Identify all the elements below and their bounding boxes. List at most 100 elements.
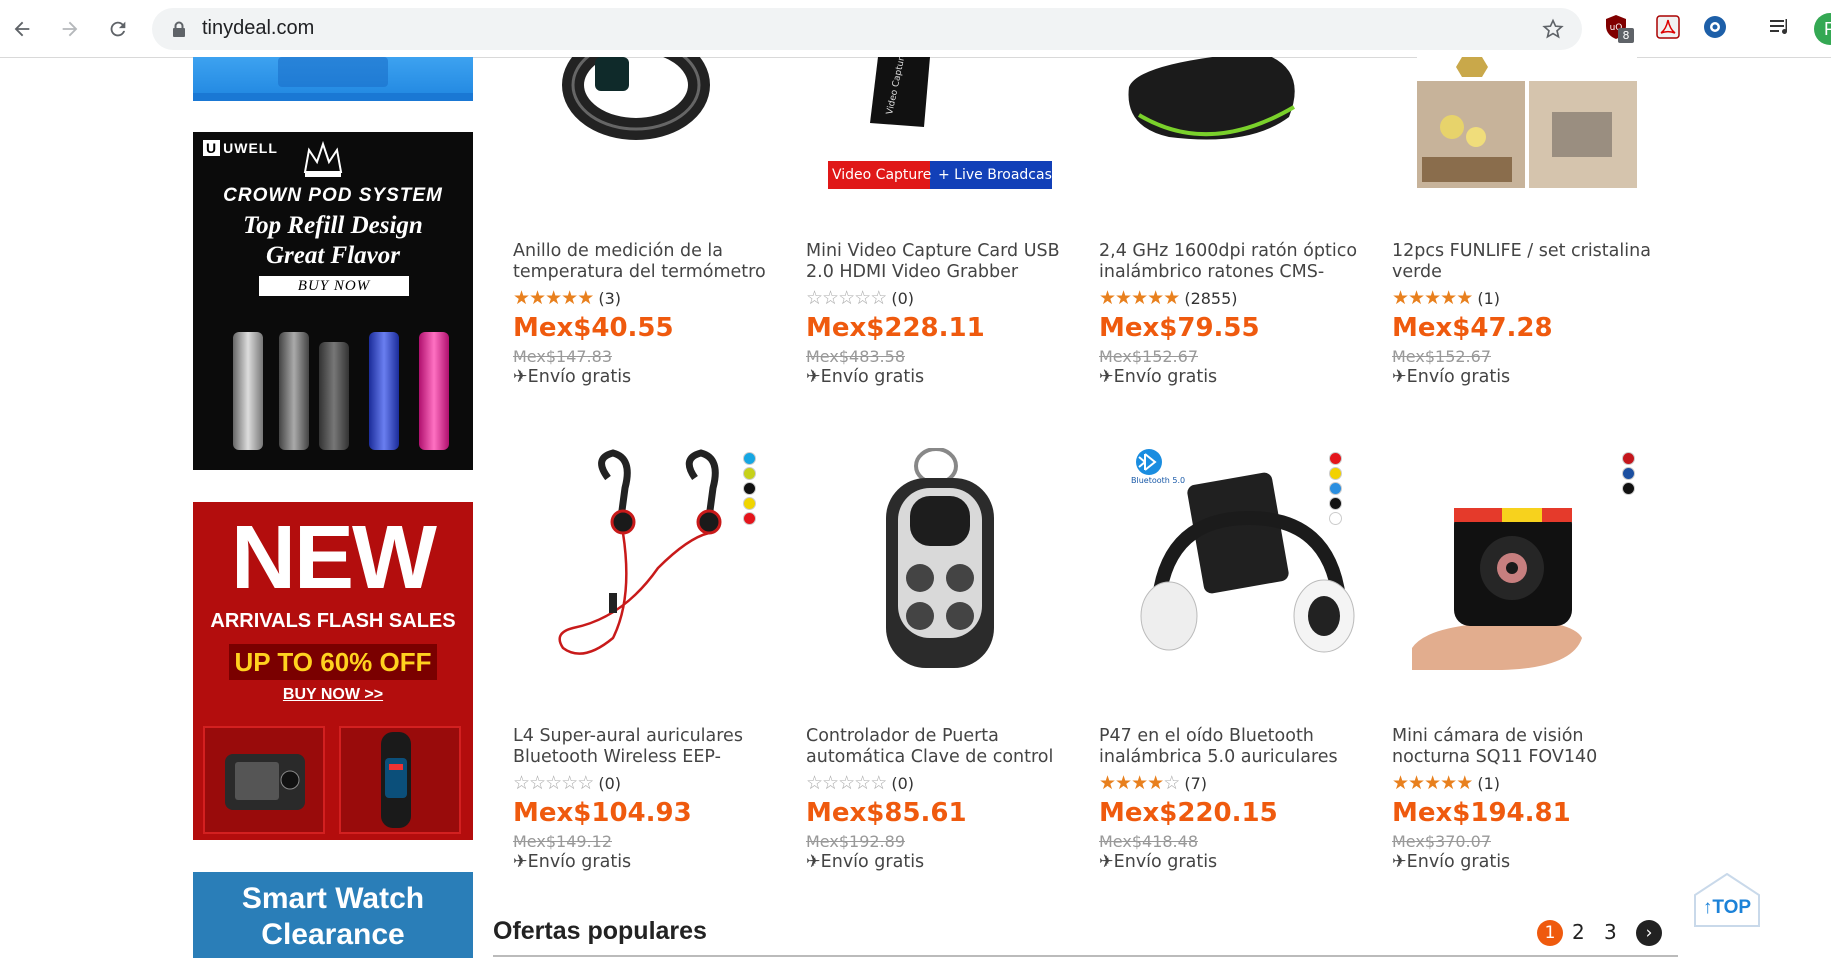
uwell-buy-now[interactable]: BUY NOW <box>259 276 409 296</box>
product-price: Mex$40.55 <box>513 313 674 343</box>
product-old-price: Mex$149.12 <box>513 832 612 851</box>
product-rating: ☆☆☆☆☆ (0) <box>806 772 914 794</box>
product-title[interactable]: 12pcs FUNLIFE / set cristalina verde <box>1392 241 1662 283</box>
product-image-smart-ring[interactable] <box>513 57 783 187</box>
flash-headline: NEW <box>231 508 437 608</box>
puzzle-round-icon <box>1704 16 1726 38</box>
flash-subline: ARRIVALS FLASH SALES <box>210 610 456 632</box>
rating-stars: ★★★★★ <box>513 287 594 309</box>
color-swatch[interactable] <box>1622 452 1635 465</box>
free-shipping: ✈Envío gratis <box>806 367 925 387</box>
color-swatch[interactable] <box>1329 482 1342 495</box>
product-title[interactable]: Mini cámara de visión nocturna SQ11 FOV1… <box>1392 726 1662 768</box>
color-swatch[interactable] <box>743 497 756 510</box>
reload-icon <box>110 21 126 37</box>
product-old-price: Mex$370.07 <box>1392 832 1491 851</box>
product-price: Mex$104.93 <box>513 798 692 828</box>
pdf-extension-button[interactable] <box>1655 14 1683 42</box>
color-swatch[interactable] <box>743 452 756 465</box>
uwell-crown-banner[interactable]: U UWELL CROWN POD SYSTEM Top Refill Desig… <box>193 132 473 470</box>
address-bar[interactable]: tinydeal.com <box>152 8 1582 50</box>
product-image-video-capture[interactable]: Video Capture Video Capture + Live Broad… <box>806 57 1076 192</box>
product-title[interactable]: P47 en el oído Bluetooth inalámbrica 5.0… <box>1099 726 1369 768</box>
color-swatch[interactable] <box>1329 512 1342 525</box>
product-image-wireless-mouse[interactable] <box>1099 57 1369 187</box>
caption-bluetooth-version: Bluetooth 5.0 <box>1131 476 1186 485</box>
flash-buy-now[interactable]: BUY NOW >> <box>193 686 473 704</box>
page-3-button[interactable]: 3 <box>1604 920 1617 944</box>
product-image-mirror-stickers[interactable] <box>1392 57 1662 189</box>
extension-round-button[interactable] <box>1702 14 1730 42</box>
plane-icon: ✈ <box>1099 367 1114 387</box>
color-swatch[interactable] <box>743 467 756 480</box>
product-image-remote-key[interactable] <box>806 448 1076 688</box>
product-price: Mex$85.61 <box>806 798 967 828</box>
caption-video-capture: Video Capture <box>832 167 932 183</box>
wireless-mouse-image <box>1128 57 1296 140</box>
smart-watch-banner[interactable]: Smart Watch Clearance <box>193 872 473 958</box>
caption-live-broadcast: + Live Broadcast <box>938 167 1058 183</box>
forward-button[interactable] <box>53 12 87 46</box>
product-title[interactable]: L4 Super-aural auriculares Bluetooth Wir… <box>513 726 783 768</box>
product-price: Mex$220.15 <box>1099 798 1278 828</box>
plane-icon: ✈ <box>1392 852 1407 872</box>
fitness-band-image <box>339 726 461 834</box>
product-rating: ☆☆☆☆☆ (0) <box>513 772 621 794</box>
color-swatch[interactable] <box>743 482 756 495</box>
profile-avatar[interactable]: P <box>1814 13 1831 45</box>
color-swatch[interactable] <box>1329 452 1342 465</box>
mirror-stickers-image <box>1417 57 1637 189</box>
rating-stars: ★★★★☆ <box>1099 772 1180 794</box>
promo-banner-top[interactable] <box>193 57 473 101</box>
back-button[interactable] <box>5 12 39 46</box>
pdf-icon <box>1656 15 1680 39</box>
extension-badge: 8 <box>1618 28 1634 43</box>
free-shipping: ✈Envío gratis <box>1099 852 1218 872</box>
flash-sale-banner[interactable]: NEW ARRIVALS FLASH SALES UP TO 60% OFF B… <box>193 502 473 840</box>
color-swatches[interactable] <box>743 452 757 527</box>
next-page-button[interactable]: › <box>1636 920 1662 946</box>
playlist-icon <box>1770 19 1787 34</box>
plane-icon: ✈ <box>806 367 821 387</box>
crown-icon <box>303 140 343 177</box>
color-swatches[interactable] <box>1329 452 1343 527</box>
product-title[interactable]: 2,4 GHz 1600dpi ratón óptico inalámbrico… <box>1099 241 1369 283</box>
color-swatches[interactable] <box>1622 452 1636 497</box>
product-title[interactable]: Controlador de Puerta automática Clave d… <box>806 726 1076 768</box>
ublock-extension-button[interactable]: uO 8 <box>1604 14 1634 43</box>
rating-stars: ★★★★★ <box>1392 772 1473 794</box>
chevron-right-icon: › <box>1645 923 1653 943</box>
product-rating: ★★★★☆ (7) <box>1099 772 1207 794</box>
back-to-top-button[interactable]: ↑TOP <box>1694 872 1760 927</box>
arrow-up-icon: ↑ <box>1702 897 1713 918</box>
page-2-button[interactable]: 2 <box>1572 920 1585 944</box>
color-swatch[interactable] <box>743 512 756 525</box>
product-old-price: Mex$152.67 <box>1099 347 1198 366</box>
free-shipping: ✈Envío gratis <box>806 852 925 872</box>
uwell-headline: CROWN POD SYSTEM <box>223 185 443 206</box>
product-title[interactable]: Mini Video Capture Card USB 2.0 HDMI Vid… <box>806 241 1076 283</box>
product-old-price: Mex$418.48 <box>1099 832 1198 851</box>
plane-icon: ✈ <box>513 852 528 872</box>
product-rating: ★★★★★ (1) <box>1392 772 1500 794</box>
flash-discount: UP TO 60% OFF <box>229 644 437 680</box>
color-swatch[interactable] <box>1622 482 1635 495</box>
browser-toolbar: tinydeal.com uO 8 P <box>0 0 1831 58</box>
page-1-button[interactable]: 1 <box>1537 920 1563 946</box>
product-price: Mex$194.81 <box>1392 798 1571 828</box>
color-swatch[interactable] <box>1622 467 1635 480</box>
uwell-line2: Great Flavor <box>265 242 401 269</box>
dashcam-image <box>203 726 325 834</box>
media-control-button[interactable] <box>1767 14 1795 42</box>
bookmark-star-icon[interactable] <box>1542 18 1564 40</box>
plane-icon: ✈ <box>1392 367 1407 387</box>
color-swatch[interactable] <box>1329 467 1342 480</box>
rating-stars: ☆☆☆☆☆ <box>806 287 887 309</box>
lock-icon <box>173 21 185 37</box>
product-price: Mex$228.11 <box>806 313 985 343</box>
color-swatch[interactable] <box>1329 497 1342 510</box>
rating-stars: ★★★★★ <box>1099 287 1180 309</box>
product-old-price: Mex$152.67 <box>1392 347 1491 366</box>
product-title[interactable]: Anillo de medición de la temperatura del… <box>513 241 783 283</box>
reload-button[interactable] <box>101 12 135 46</box>
